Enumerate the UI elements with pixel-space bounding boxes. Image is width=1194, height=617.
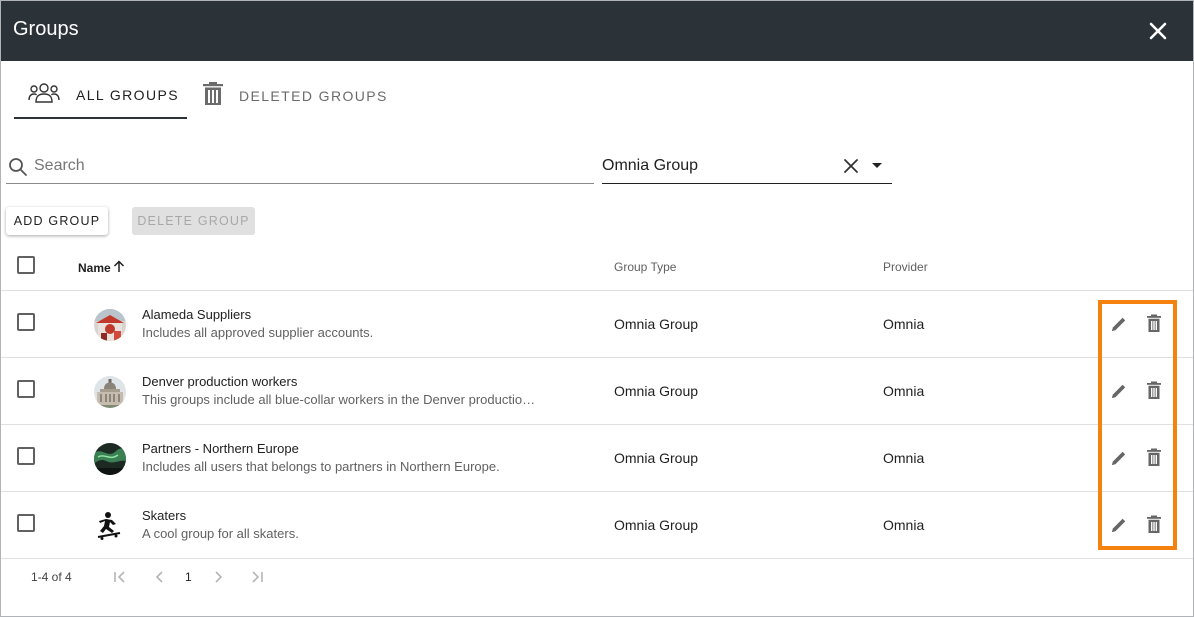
row-checkbox[interactable] <box>17 514 35 532</box>
column-header-group-type: Group Type <box>614 260 677 274</box>
tab-deleted-groups-label: DELETED GROUPS <box>239 88 388 104</box>
trash-icon <box>201 81 225 112</box>
avatar <box>94 443 126 475</box>
search-icon <box>8 157 28 182</box>
trash-icon[interactable] <box>1146 381 1162 405</box>
group-provider: Omnia <box>883 383 925 399</box>
row-checkbox[interactable] <box>17 313 35 331</box>
row-checkbox[interactable] <box>17 380 35 398</box>
group-type-select-value: Omnia Group <box>602 157 699 174</box>
groups-dialog: Groups ALL GROUPS DELETED GROUPS Search … <box>0 0 1194 617</box>
group-provider: Omnia <box>883 450 925 466</box>
dialog-title: Groups <box>13 18 79 40</box>
group-name: Alameda Suppliers <box>142 307 252 322</box>
pagination-range: 1-4 of 4 <box>31 570 72 584</box>
previous-page-icon[interactable] <box>152 569 168 590</box>
group-provider: Omnia <box>883 517 925 533</box>
group-type: Omnia Group <box>614 383 699 399</box>
column-header-name[interactable]: Name <box>78 260 125 276</box>
group-name: Denver production workers <box>142 374 298 389</box>
table-row[interactable]: Alameda Suppliers Includes all approved … <box>1 290 1193 357</box>
last-page-icon[interactable] <box>249 569 265 590</box>
group-type: Omnia Group <box>614 316 699 332</box>
search-field <box>6 149 594 184</box>
current-page-number[interactable]: 1 <box>185 570 192 584</box>
group-name: Partners - Northern Europe <box>142 441 299 456</box>
edit-icon[interactable] <box>1110 449 1128 472</box>
delete-group-button[interactable]: DELETE GROUP <box>132 207 255 235</box>
row-checkbox[interactable] <box>17 447 35 465</box>
select-all-checkbox[interactable] <box>17 256 35 274</box>
avatar <box>94 376 126 408</box>
group-type: Omnia Group <box>614 450 699 466</box>
first-page-icon[interactable] <box>112 569 128 590</box>
clear-icon[interactable] <box>842 157 860 180</box>
group-provider: Omnia <box>883 316 925 332</box>
table-bottom-divider <box>1 558 1193 559</box>
group-description: Includes all users that belongs to partn… <box>142 459 500 474</box>
group-description: Includes all approved supplier accounts. <box>142 325 374 340</box>
column-header-provider: Provider <box>883 260 928 274</box>
sort-ascending-icon <box>113 260 125 276</box>
table-row[interactable]: Denver production workers This groups in… <box>1 357 1193 424</box>
next-page-icon[interactable] <box>210 569 226 590</box>
trash-icon[interactable] <box>1146 515 1162 539</box>
table-row[interactable]: Partners - Northern Europe Includes all … <box>1 424 1193 491</box>
caret-down-icon[interactable] <box>872 163 882 168</box>
group-description: This groups include all blue-collar work… <box>142 392 536 407</box>
tab-deleted-groups[interactable]: DELETED GROUPS <box>201 73 391 119</box>
avatar <box>94 510 126 542</box>
avatar <box>94 309 126 341</box>
tab-all-groups-label: ALL GROUPS <box>76 87 179 103</box>
group-name: Skaters <box>142 508 187 523</box>
add-group-button[interactable]: ADD GROUP <box>6 207 108 235</box>
table-row[interactable]: Skaters A cool group for all skaters. Om… <box>1 491 1193 558</box>
tab-all-groups[interactable]: ALL GROUPS <box>14 73 187 119</box>
search-input[interactable] <box>34 153 574 179</box>
dialog-titlebar: Groups <box>1 1 1193 61</box>
trash-icon[interactable] <box>1146 314 1162 338</box>
edit-icon[interactable] <box>1110 516 1128 539</box>
group-description: A cool group for all skaters. <box>142 526 299 541</box>
close-icon[interactable] <box>1143 16 1173 46</box>
edit-icon[interactable] <box>1110 315 1128 338</box>
group-type-select[interactable]: Omnia Group <box>602 149 892 184</box>
column-header-name-label: Name <box>78 261 111 275</box>
people-icon <box>28 81 60 110</box>
group-type: Omnia Group <box>614 517 699 533</box>
trash-icon[interactable] <box>1146 448 1162 472</box>
edit-icon[interactable] <box>1110 382 1128 405</box>
